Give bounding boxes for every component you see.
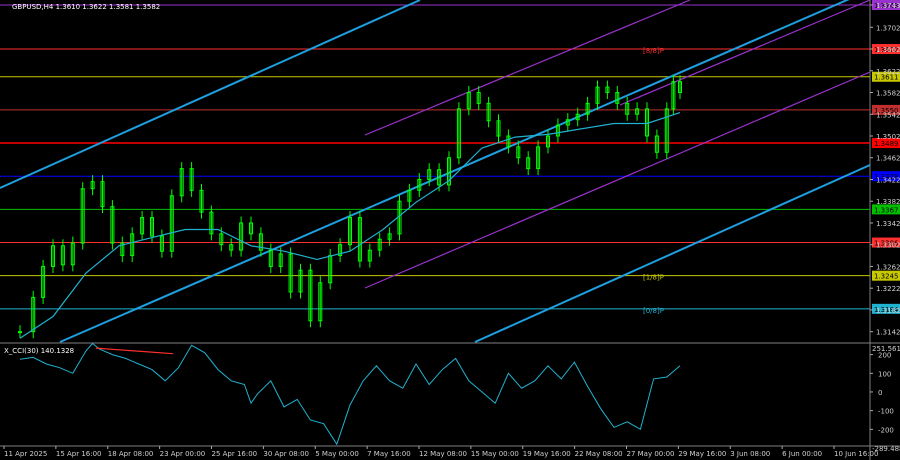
- price-tick-label: 1.3582: [876, 90, 900, 98]
- time-tick-label: 5 May 00:00: [315, 450, 359, 458]
- price-tick-label: 1.3462: [876, 155, 900, 163]
- price-tick-label: 1.3422: [876, 176, 900, 184]
- cci-scale-top: 251.5616: [872, 345, 900, 353]
- time-tick-label: 15 May 00:00: [471, 450, 519, 458]
- time-tick-label: 12 May 08:00: [419, 450, 467, 458]
- octave-tag: [0/8]P: [643, 307, 664, 315]
- time-tick-label: 6 Jun 00:00: [782, 450, 822, 458]
- price-level-label: 1.3489: [874, 140, 899, 148]
- price-level-label: 1.3245: [874, 273, 899, 281]
- price-tick-label: 1.3662: [876, 46, 900, 54]
- cci-scale-bottom: -289.4889: [872, 445, 900, 453]
- cci-indicator-title: X_CCI(30) 140.1328: [4, 347, 74, 355]
- price-tick-label: 1.3182: [876, 307, 900, 315]
- price-tick-label: 1.3743: [876, 2, 900, 10]
- time-tick-label: 18 Apr 08:00: [108, 450, 154, 458]
- price-tick-label: 1.3142: [876, 329, 900, 337]
- price-tick-label: 1.3382: [876, 198, 900, 206]
- cci-tick-label: -100: [878, 408, 894, 416]
- price-tick-label: 1.3542: [876, 111, 900, 119]
- candle-body: [18, 331, 22, 334]
- time-tick-label: 27 May 00:00: [627, 450, 675, 458]
- price-tick-label: 1.3302: [876, 242, 900, 250]
- chart-background: [0, 0, 900, 460]
- time-tick-label: 30 Apr 08:00: [263, 450, 309, 458]
- time-tick-label: 29 May 16:00: [678, 450, 726, 458]
- time-tick-label: 23 Apr 00:00: [160, 450, 206, 458]
- cci-tick-label: 100: [878, 370, 891, 378]
- time-tick-label: 19 May 16:00: [523, 450, 571, 458]
- octave-tag: [1/8]P: [643, 274, 664, 282]
- main-chart-title: GBPUSD,H4 1.3610 1.3622 1.3581 1.3582: [12, 3, 160, 11]
- price-tick-label: 1.3262: [876, 263, 900, 271]
- time-tick-label: 22 May 08:00: [575, 450, 623, 458]
- time-tick-label: 3 Jun 08:00: [730, 450, 770, 458]
- cci-tick-label: 0: [878, 389, 882, 397]
- octave-tag: [8/8]P: [643, 47, 664, 55]
- price-level-label: 1.3367: [874, 206, 899, 214]
- time-tick-label: 15 Apr 16:00: [56, 450, 102, 458]
- time-tick-label: 7 May 16:00: [367, 450, 411, 458]
- price-tick-label: 1.3702: [876, 24, 900, 32]
- time-tick-label: 11 Apr 2025: [4, 450, 47, 458]
- cci-tick-label: -200: [878, 426, 894, 434]
- price-tick-label: 1.3502: [876, 133, 900, 141]
- price-tick-label: 1.3622: [876, 68, 900, 76]
- trading-chart[interactable]: 1.37431.3672[8/8]P1.36111.35501.34891.34…: [0, 0, 900, 460]
- time-tick-label: 25 Apr 16:00: [212, 450, 258, 458]
- price-tick-label: 1.3222: [876, 285, 900, 293]
- price-tick-label: 1.3342: [876, 220, 900, 228]
